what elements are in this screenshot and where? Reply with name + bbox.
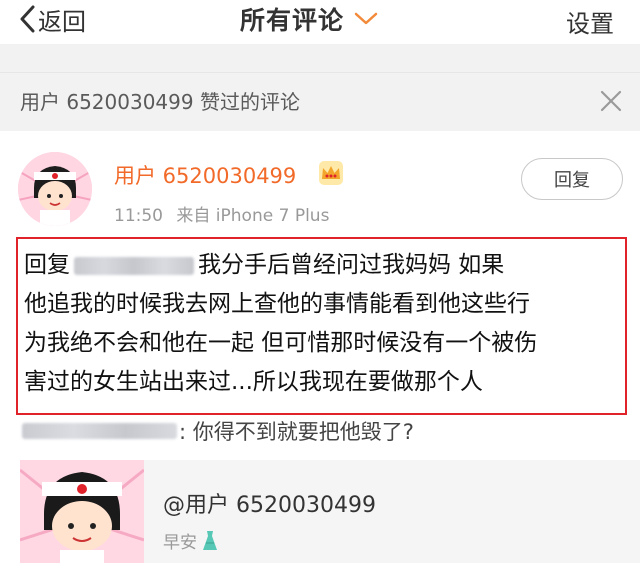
dress-icon (203, 530, 217, 550)
comment-username[interactable]: 用户 6520030499 (114, 160, 296, 190)
quoted-text: : 你得不到就要把他毁了? (179, 420, 414, 444)
page-title: 所有评论 (240, 6, 345, 35)
comment-time: 11:50 (114, 206, 163, 226)
chevron-left-icon (20, 5, 35, 33)
crown-badge-icon[interactable] (318, 160, 344, 186)
avatar-cartoon-icon (20, 460, 144, 563)
comment-meta: 11:50 来自 iPhone 7 Plus (114, 201, 329, 226)
comment-source: 来自 iPhone 7 Plus (176, 206, 330, 226)
avatar[interactable] (18, 152, 92, 226)
reply-button[interactable]: 回复 (521, 158, 623, 200)
back-button[interactable]: 返回 (18, 2, 86, 36)
comment-line-3: 为我绝不会和他在一起 但可惜那时候没有一个被伤 (24, 330, 538, 356)
card-subtitle: 早安 (163, 528, 220, 553)
comment-line-1: 回复 我分手后曾经问过我妈妈 如果 (24, 245, 504, 279)
card-username: @用户 6520030499 (163, 493, 376, 518)
blurred-username (22, 423, 177, 439)
reply-prefix: 回复 (24, 252, 70, 278)
blurred-username (74, 256, 194, 275)
settings-button[interactable]: 设置 (566, 4, 614, 39)
comment-filter-dropdown[interactable]: 所有评论 (240, 2, 380, 36)
chevron-down-icon (354, 12, 378, 25)
card-avatar (20, 460, 144, 563)
comment-text-1: 我分手后曾经问过我妈妈 如果 (198, 252, 505, 278)
liked-comments-text: 用户 6520030499 赞过的评论 (20, 90, 300, 114)
comment-line-2: 他追我的时候我去网上查他的事情能看到他这些行 (24, 291, 530, 317)
close-icon[interactable] (598, 88, 624, 114)
card-subtitle-text: 早安 (163, 533, 197, 553)
quoted-comment[interactable]: : 你得不到就要把他毁了? (22, 417, 414, 445)
back-label: 返回 (38, 7, 86, 36)
comment-line-4: 害过的女生站出来过...所以我现在要做那个人 (24, 369, 483, 395)
avatar-cartoon-icon (18, 152, 92, 226)
section-divider (0, 44, 640, 72)
